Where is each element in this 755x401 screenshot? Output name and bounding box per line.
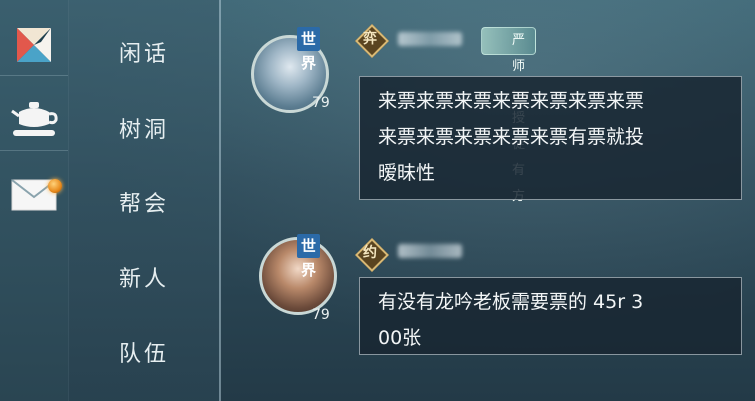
channel-tab-newbie[interactable]: 新人 (68, 261, 220, 293)
message-bubble: 有没有龙吟老板需要票的 45r 3 00张 (359, 277, 742, 355)
channel-list: 闲话 树洞 帮会 新人 队伍 (68, 0, 220, 401)
player-name-blurred[interactable] (398, 32, 462, 46)
faction-badge: 约 (355, 238, 389, 272)
channel-tag: 世界 (297, 234, 321, 279)
faction-badge-text: 弈 (363, 31, 377, 47)
player-name-blurred[interactable] (398, 244, 462, 258)
player-level: 79 (312, 95, 330, 111)
sidebar-icon-strip (0, 0, 69, 401)
faction-badge-text: 约 (363, 245, 377, 261)
mail-button[interactable] (0, 165, 68, 225)
player-level: 79 (312, 307, 330, 323)
notification-badge-icon (48, 179, 62, 193)
message-bubble: 来票来票来票来票来票来票来票 来票来票来票来票来票有票就投 暧昧性 (359, 76, 742, 200)
compass-star-icon (17, 28, 51, 62)
message-text: 来票来票来票来票来票来票来票 来票来票来票来票来票有票就投 暧昧性 (378, 90, 645, 184)
channel-tab-chat[interactable]: 闲话 (68, 36, 220, 68)
teapot-icon (11, 102, 58, 136)
compass-star-button[interactable] (0, 15, 68, 76)
channel-tab-treehole[interactable]: 树洞 (68, 112, 220, 144)
divider (219, 0, 221, 401)
message-text: 有没有龙吟老板需要票的 45r 3 00张 (378, 291, 644, 349)
channel-tag: 世界 (297, 27, 321, 72)
channel-tab-team[interactable]: 队伍 (68, 336, 220, 368)
channel-tab-guild[interactable]: 帮会 (68, 186, 220, 218)
teapot-button[interactable] (0, 90, 68, 151)
player-title-badge: 严师 · 授徒有方 (481, 27, 537, 204)
faction-badge: 弈 (355, 24, 389, 58)
